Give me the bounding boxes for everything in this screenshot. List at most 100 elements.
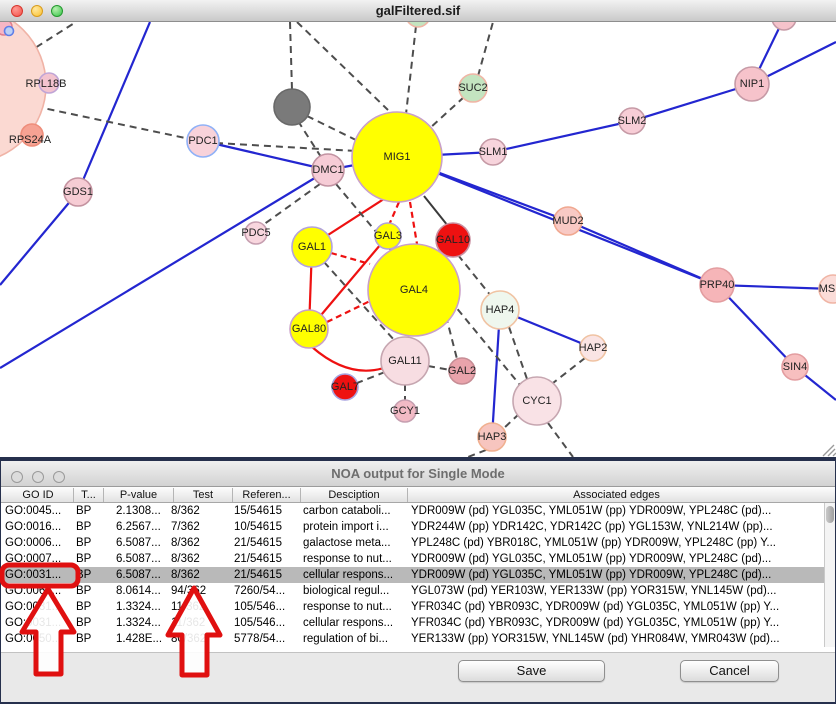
column-header-p[interactable]: P-value (104, 488, 174, 502)
noa-window: NOA output for Single Mode GO IDT...P-va… (1, 461, 835, 702)
cell-edges: YDR244W (pp) YDR142C, YDR142C (pp) YGL15… (411, 520, 826, 535)
edge-dk[interactable] (424, 196, 448, 226)
resize-grip[interactable] (823, 445, 836, 456)
cell-desc: protein import i... (303, 520, 406, 535)
edge-pd[interactable] (548, 423, 573, 457)
table-header[interactable]: GO IDT...P-valueTestReferen...Desciption… (1, 487, 835, 503)
node-label-DMC1: DMC1 (312, 164, 343, 176)
edge-pp[interactable] (632, 84, 752, 121)
edge-pd[interactable] (468, 450, 486, 457)
edge-pp[interactable] (568, 221, 717, 285)
table-row-6[interactable]: GO:0065...BP8.0614...94/3627260/54...bio… (1, 583, 826, 599)
cell-t: BP (76, 584, 102, 599)
node-corner-blue[interactable] (5, 27, 14, 36)
edge-pd[interactable] (307, 116, 360, 142)
noa-titlebar[interactable]: NOA output for Single Mode (1, 461, 835, 487)
cell-go: GO:0045... (5, 504, 72, 519)
cell-desc: response to nut... (303, 600, 406, 615)
cell-t: BP (76, 632, 102, 647)
edge-pd[interactable] (478, 22, 493, 76)
node-green-cut-top[interactable] (406, 22, 430, 27)
cell-desc: carbon cataboli... (303, 504, 406, 519)
edge-pd[interactable] (458, 255, 491, 296)
network-edges (0, 22, 836, 457)
edge-pd[interactable] (428, 366, 450, 370)
edge-rd[interactable] (410, 202, 417, 244)
node-label-GAL10: GAL10 (436, 234, 470, 246)
table-row-2[interactable]: GO:0016...BP6.2567...7/36210/54615protei… (1, 519, 826, 535)
node-label-GAL1: GAL1 (298, 241, 326, 253)
cell-test: 94/362 (171, 584, 231, 599)
table-row-5[interactable]: GO:0031...BP6.5087...8/36221/54615cellul… (1, 567, 826, 583)
edge-pd[interactable] (430, 97, 464, 128)
table-row-1[interactable]: GO:0045...BP2.1308...8/36215/54615carbon… (1, 503, 826, 519)
vertical-scrollbar[interactable] (824, 503, 835, 647)
column-header-ref[interactable]: Referen... (233, 488, 301, 502)
table-row-7[interactable]: GO:0031...BP1.3324...11/362105/546...res… (1, 599, 826, 615)
network-graph[interactable]: RPL18BRPS24AGDS1PDC1DMC1MIG1SUC2SLM1SLM2… (0, 22, 836, 457)
table-row-9[interactable]: GO:0050...BP1.428E...80/3625778/54...reg… (1, 631, 826, 647)
network-titlebar[interactable]: galFiltered.sif (0, 0, 836, 22)
edge-rs[interactable] (312, 347, 387, 371)
column-header-edges[interactable]: Associated edges (408, 488, 825, 502)
edge-rd[interactable] (327, 301, 370, 322)
edge-pd[interactable] (357, 372, 385, 383)
table-row-3[interactable]: GO:0006...BP6.5087...8/36221/54615galact… (1, 535, 826, 551)
cell-go: GO:0007... (5, 552, 72, 567)
cell-edges: YGL073W (pd) YER103W, YER133W (pp) YOR31… (411, 584, 826, 599)
scrollbar-thumb[interactable] (826, 506, 834, 523)
cell-p: 1.3324... (116, 616, 172, 631)
node-label-MUD2: MUD2 (552, 215, 583, 227)
cell-ref: 21/54615 (234, 536, 299, 551)
column-header-desc[interactable]: Desciption (301, 488, 408, 502)
cell-test: 8/362 (171, 504, 231, 519)
node-label-PRP40: PRP40 (700, 279, 735, 291)
cell-test: 80/362 (171, 632, 231, 647)
node-label-GAL3: GAL3 (374, 230, 402, 242)
node-label-CYC1: CYC1 (522, 395, 551, 407)
node-label-GAL11: GAL11 (388, 355, 421, 367)
edge-pd[interactable] (297, 22, 388, 110)
edge-pd[interactable] (509, 327, 527, 379)
column-header-go[interactable]: GO ID (3, 488, 74, 502)
edge-pd[interactable] (504, 414, 519, 428)
node-label-SIN4: SIN4 (783, 361, 807, 373)
edge-rd[interactable] (389, 202, 399, 225)
cell-edges: YDR009W (pd) YGL035C, YML051W (pp) YDR00… (411, 568, 826, 583)
edge-pd[interactable] (298, 121, 321, 157)
node-label-SUC2: SUC2 (458, 82, 487, 94)
edge-pp[interactable] (78, 22, 150, 192)
save-button[interactable]: Save (458, 660, 605, 682)
cell-ref: 15/54615 (234, 504, 299, 519)
column-header-test[interactable]: Test (174, 488, 233, 502)
cancel-button[interactable]: Cancel (680, 660, 779, 682)
table-row-4[interactable]: GO:0007...BP6.5087...8/36221/54615respon… (1, 551, 826, 567)
node-gray-node[interactable] (274, 89, 310, 125)
noa-footer: Save Cancel (1, 652, 835, 702)
edge-pp[interactable] (493, 121, 632, 152)
node-label-GAL4: GAL4 (400, 284, 428, 296)
cell-go: GO:0065... (5, 584, 72, 599)
node-pink-cut-top[interactable] (772, 22, 796, 30)
edge-pd[interactable] (406, 26, 416, 114)
cell-test: 8/362 (171, 536, 231, 551)
column-header-t[interactable]: T... (74, 488, 104, 502)
edge-pd[interactable] (290, 22, 292, 90)
cell-ref: 7260/54... (234, 584, 299, 599)
cell-desc: biological regul... (303, 584, 406, 599)
cell-ref: 21/54615 (234, 552, 299, 567)
edge-pp[interactable] (0, 192, 78, 285)
node-label-MSL: MSL (819, 283, 836, 295)
edge-pp[interactable] (0, 170, 328, 368)
edge-pd[interactable] (553, 358, 585, 383)
cell-test: 8/362 (171, 552, 231, 567)
node-label-HAP4: HAP4 (486, 304, 515, 316)
node-label-RPL18B: RPL18B (26, 78, 67, 90)
table-row-8[interactable]: GO:0031...BP1.3324...11/362105/546...cel… (1, 615, 826, 631)
cell-p: 6.5087... (116, 536, 172, 551)
node-label-PDC1: PDC1 (188, 135, 217, 147)
edge-rd[interactable] (331, 253, 370, 264)
network-nodes (0, 22, 836, 451)
cell-ref: 10/54615 (234, 520, 299, 535)
cell-desc: cellular respons... (303, 568, 406, 583)
